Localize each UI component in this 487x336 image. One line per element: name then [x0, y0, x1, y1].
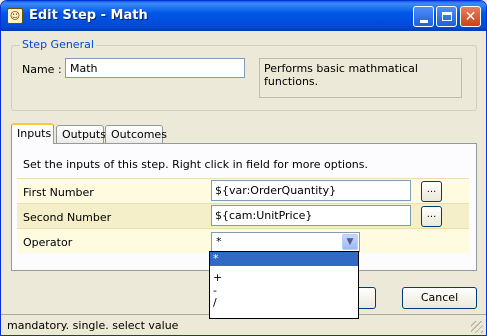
step-general-legend: Step General: [20, 38, 96, 51]
chevron-down-icon[interactable]: ▼: [342, 234, 358, 250]
status-text: mandatory. single. select value: [7, 319, 179, 332]
maximize-button[interactable]: [436, 6, 457, 27]
tab-inputs[interactable]: Inputs: [11, 123, 54, 144]
minimize-icon: [419, 19, 428, 23]
step-general-group: Step General Name : Performs basic mathm…: [11, 38, 477, 111]
input-row-second-number: Second Number ...: [17, 203, 469, 228]
operator-label: Operator: [23, 236, 73, 249]
title-bar[interactable]: ☺ Edit Step - Math ✕: [1, 1, 486, 31]
close-icon: ✕: [464, 8, 477, 25]
operator-option-add[interactable]: +: [210, 271, 358, 285]
first-number-label: First Number: [23, 186, 94, 199]
tab-outputs[interactable]: Outputs: [56, 125, 106, 143]
operator-option-divide[interactable]: /: [210, 296, 358, 310]
operator-select[interactable]: * ▼: [211, 232, 360, 252]
minimize-button[interactable]: [413, 6, 434, 27]
second-number-browse-button[interactable]: ...: [421, 206, 442, 227]
inputs-instructions: Set the inputs of this step. Right click…: [23, 158, 369, 171]
step-edit-icon: ☺: [7, 8, 23, 24]
operator-option-subtract[interactable]: -: [210, 285, 358, 296]
name-label: Name :: [22, 63, 62, 76]
name-input[interactable]: [65, 58, 245, 78]
maximize-icon: [441, 12, 452, 21]
window-title: Edit Step - Math: [29, 8, 148, 23]
first-number-input[interactable]: [211, 180, 411, 201]
resize-grip-icon[interactable]: [471, 321, 483, 333]
operator-dropdown-list: * + - /: [209, 251, 359, 319]
second-number-label: Second Number: [23, 211, 112, 224]
first-number-browse-button[interactable]: ...: [421, 181, 442, 202]
description-text: Performs basic mathmatical functions.: [259, 58, 462, 98]
cancel-button[interactable]: Cancel: [402, 287, 477, 309]
close-button[interactable]: ✕: [460, 6, 481, 27]
tab-outcomes[interactable]: Outcomes: [105, 125, 167, 143]
input-row-first-number: First Number ...: [17, 178, 469, 203]
second-number-input[interactable]: [211, 205, 411, 226]
input-row-operator: Operator * ▼: [17, 228, 469, 253]
operator-option-multiply[interactable]: *: [210, 252, 358, 266]
operator-selected-value: *: [216, 235, 222, 248]
